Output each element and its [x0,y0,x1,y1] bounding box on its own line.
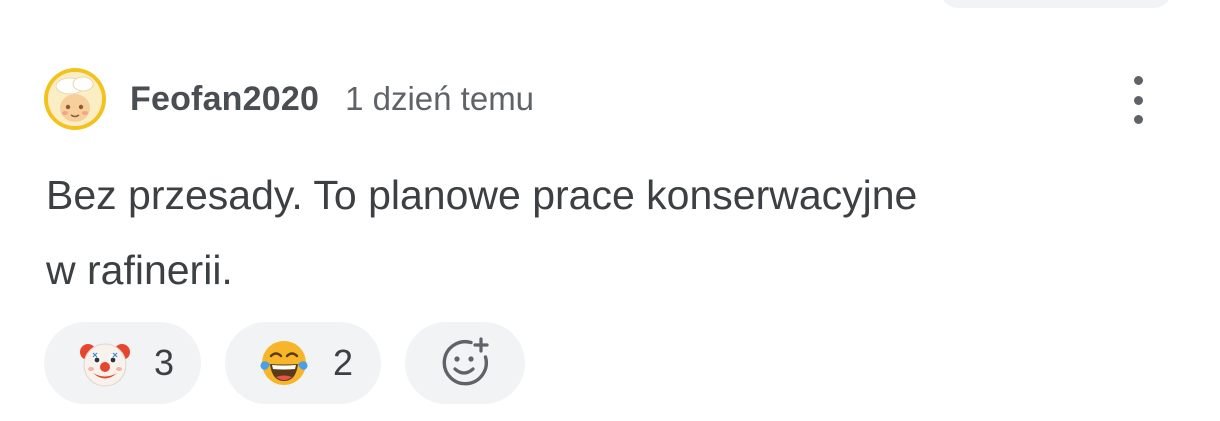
previous-comment-pill[interactable] [940,0,1172,8]
more-vertical-icon-dot [1133,115,1143,124]
reaction-clown-button[interactable]: 3 [44,322,201,404]
add-reaction-button[interactable] [405,322,525,404]
reaction-laughing-button[interactable]: 2 [225,322,381,404]
laughing-tears-icon [260,341,308,385]
reactions-bar: 3 2 [44,322,525,404]
comment-screen: Feofan2020 1 dzień temu Bez przesady. To… [0,0,1220,421]
reaction-count: 2 [333,342,354,383]
more-vertical-icon [1133,76,1143,85]
comment-body: Bez przesady. To planowe prace konserwac… [46,158,1126,308]
add-emoji-icon [442,337,489,386]
avatar[interactable] [44,68,106,130]
more-options-button[interactable] [1118,72,1158,128]
comment-timestamp: 1 dzień temu [345,80,535,117]
more-vertical-icon-dot [1133,95,1143,105]
comment-text-line-1: Bez przesady. To planowe prace konserwac… [46,172,918,218]
comment-header: Feofan2020 1 dzień temu [44,68,534,130]
author-name[interactable]: Feofan2020 [130,80,319,119]
reaction-count: 3 [154,342,175,383]
character-avatar-icon [48,72,102,126]
clown-face-icon [80,343,130,387]
avatar-illustration [48,72,102,126]
comment-text-line-2: w rafinerii. [46,247,233,293]
